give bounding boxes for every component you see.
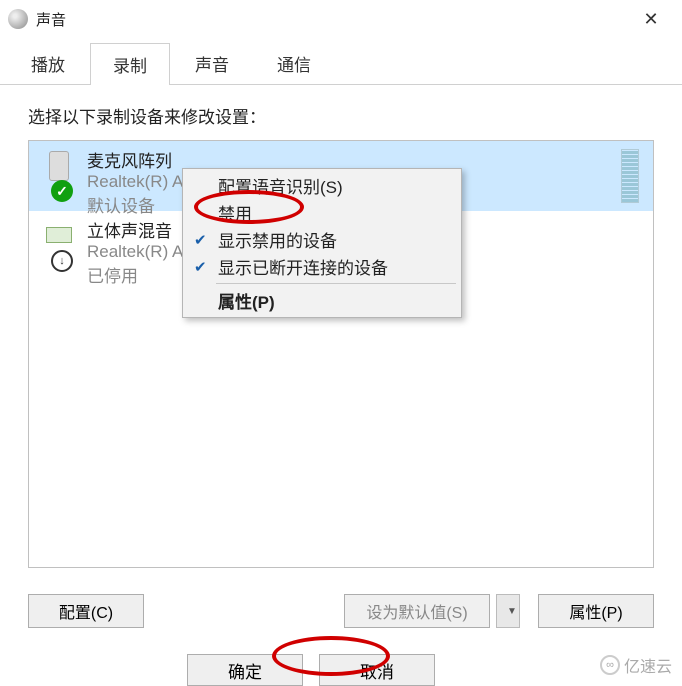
ok-button[interactable]: 确定 bbox=[187, 654, 303, 686]
context-menu: 配置语音识别(S) 禁用 ✔ 显示禁用的设备 ✔ 显示已断开连接的设备 属性(P… bbox=[182, 168, 462, 318]
watermark-text: 亿速云 bbox=[624, 653, 672, 677]
menu-separator bbox=[216, 283, 456, 284]
menu-item-show-disabled[interactable]: ✔ 显示禁用的设备 bbox=[186, 226, 458, 253]
tab-playback[interactable]: 播放 bbox=[8, 42, 88, 84]
menu-label: 显示禁用的设备 bbox=[218, 227, 337, 252]
watermark: ∞ 亿速云 bbox=[600, 653, 672, 677]
lower-button-row: 配置(C) 设为默认值(S) ▼ 属性(P) bbox=[0, 580, 682, 642]
tab-strip: 播放 录制 声音 通信 bbox=[0, 38, 682, 85]
window-title: 声音 bbox=[36, 9, 628, 30]
set-default-dropdown[interactable]: ▼ bbox=[496, 594, 520, 628]
menu-label: 显示已断开连接的设备 bbox=[218, 254, 388, 279]
close-button[interactable]: ✕ bbox=[628, 4, 674, 34]
stopped-icon: ↓ bbox=[51, 250, 73, 272]
cancel-button[interactable]: 取消 bbox=[319, 654, 435, 686]
microphone-icon: ✓ bbox=[39, 147, 79, 202]
watermark-icon: ∞ bbox=[600, 655, 620, 675]
check-ok-icon: ✓ bbox=[51, 180, 73, 202]
button-label: 设为默认值(S) bbox=[366, 599, 467, 623]
level-meter bbox=[621, 149, 639, 203]
title-bar: 声音 ✕ bbox=[0, 0, 682, 38]
menu-item-disable[interactable]: 禁用 bbox=[186, 199, 458, 226]
sound-icon bbox=[8, 9, 28, 29]
dialog-button-row: 确定 取消 bbox=[0, 642, 682, 686]
menu-item-properties[interactable]: 属性(P) bbox=[186, 287, 458, 314]
check-icon: ✔ bbox=[194, 258, 207, 276]
properties-button[interactable]: 属性(P) bbox=[538, 594, 654, 628]
tab-sound[interactable]: 声音 bbox=[172, 42, 252, 84]
menu-item-configure-speech[interactable]: 配置语音识别(S) bbox=[186, 172, 458, 199]
check-icon: ✔ bbox=[194, 231, 207, 249]
menu-label: 属性(P) bbox=[218, 288, 275, 313]
menu-item-show-disconnected[interactable]: ✔ 显示已断开连接的设备 bbox=[186, 253, 458, 280]
set-default-button[interactable]: 设为默认值(S) bbox=[344, 594, 490, 628]
tab-recording[interactable]: 录制 bbox=[90, 43, 170, 85]
mixer-icon: ↓ bbox=[39, 217, 79, 272]
instruction-text: 选择以下录制设备来修改设置： bbox=[28, 103, 654, 128]
menu-label: 禁用 bbox=[218, 200, 252, 225]
menu-label: 配置语音识别(S) bbox=[218, 173, 343, 198]
configure-button[interactable]: 配置(C) bbox=[28, 594, 144, 628]
chevron-down-icon: ▼ bbox=[507, 606, 517, 617]
tab-content: 选择以下录制设备来修改设置： ✓ 麦克风阵列 Realtek(R) Audio … bbox=[0, 85, 682, 580]
tab-communication[interactable]: 通信 bbox=[254, 42, 334, 84]
